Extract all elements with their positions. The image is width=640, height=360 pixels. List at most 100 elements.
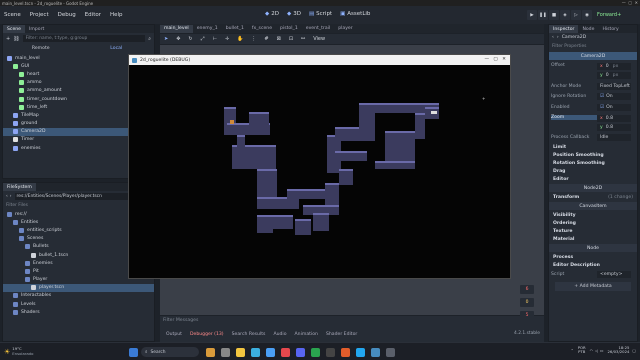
scene-filter-input[interactable]: Filter: name, t:type, g:group [22,35,146,42]
group-transform[interactable]: Transform (1 change) [549,193,637,201]
tab-main-level[interactable]: main_level [160,24,193,33]
remote-tab[interactable]: Remote [3,46,79,51]
notification-icon[interactable]: ▢ [632,348,636,353]
menu-scene[interactable]: Scene [4,12,21,18]
app-icon-orange[interactable] [341,347,350,357]
warning-count[interactable]: 0 [520,298,534,307]
link-icon[interactable]: ⛓ [13,36,19,42]
battery-icon[interactable]: ▭ [600,348,604,353]
movie-icon[interactable]: ◉ [582,10,592,20]
tab-debugger[interactable]: Debugger (13) [186,330,228,338]
game-debug-window[interactable]: 2d_roguelite (DEBUG) — ▢ ✕ [128,54,511,279]
group-ordering[interactable]: Ordering [549,219,637,227]
menu-help[interactable]: Help [110,12,123,18]
play-scene-icon[interactable]: ▷ [571,10,581,20]
prop-process-callback[interactable]: Process Callback Idle [549,133,637,144]
local-tab[interactable]: Local [79,46,155,51]
tab-scene[interactable]: Scene [3,25,26,33]
app-icon-taskview[interactable] [221,347,230,357]
tab-event-trail[interactable]: event_trail [302,25,334,33]
workspace-assetlib-button[interactable]: ▣ AssetLib [340,11,370,17]
renderer-select[interactable]: Forward+ [597,12,621,18]
group-material[interactable]: Material [549,235,637,243]
group-editor-description[interactable]: Editor Description [549,261,637,269]
tab-bullet[interactable]: bullet_1 [222,25,248,33]
file-item[interactable]: Interactables [3,292,154,300]
grid-icon[interactable]: # [264,36,268,42]
bone-icon[interactable]: ⚯ [301,36,305,42]
spotify-icon[interactable] [311,347,320,357]
window-controls[interactable]: — ▢ ✕ [622,0,638,5]
prop-script[interactable]: Script <empty> [549,269,637,280]
tab-inspector[interactable]: Inspector [549,25,579,33]
tab-pistol[interactable]: pistol_1 [276,25,302,33]
move-tool-icon[interactable]: ✥ [176,36,180,42]
prop-enabled[interactable]: Enabled ☑ On [549,102,637,113]
menu-editor[interactable]: Editor [85,12,101,18]
tab-import[interactable]: Import [25,25,48,33]
file-explorer-icon[interactable] [236,347,245,357]
search-icon[interactable]: ⌕ [148,36,151,42]
add-metadata-button[interactable]: + Add Metadata [555,281,631,291]
volume-icon[interactable]: ◁ [595,348,598,353]
tab-shader-editor[interactable]: Shader Editor [322,330,361,338]
prop-ignore-rotation[interactable]: Ignore Rotation ☑ On [549,92,637,103]
tray-chevron-icon[interactable]: ⌃ [571,348,574,353]
pause-icon[interactable]: ❚❚ [538,10,548,20]
group-position-smoothing[interactable]: Position Smoothing [549,151,637,159]
file-item-selected[interactable]: player.tscn [3,283,154,292]
prop-zoom[interactable]: Zoom x 0.8 y 0.8 [549,113,637,133]
scale-tool-icon[interactable]: ⤢ [201,36,205,42]
history-back-icon[interactable]: ‹ [552,35,554,40]
tab-node[interactable]: Node [578,25,598,33]
tab-search-results[interactable]: Search Results [228,330,270,338]
play-icon[interactable]: ▶ [527,10,537,20]
forward-icon[interactable]: › [10,194,12,199]
tab-output[interactable]: Output [162,330,186,338]
file-item[interactable]: Levels [3,300,154,308]
group-icon[interactable]: ⊡ [289,36,293,42]
error-count[interactable]: 6 [520,285,534,294]
debug-window-controls[interactable]: — ▢ ✕ [484,57,506,62]
workspace-script-button[interactable]: ▤ Script [309,11,332,17]
group-editor[interactable]: Editor [549,175,637,183]
keyboard-label[interactable]: PTB [578,349,586,354]
group-process[interactable]: Process [549,253,637,261]
app-icon-dark[interactable] [326,347,335,357]
weather-widget[interactable]: ☀ 19°C Ensolarado [0,346,60,356]
discord-icon[interactable] [296,347,305,357]
group-limit[interactable]: Limit [549,143,637,151]
group-drag[interactable]: Drag [549,167,637,175]
prop-offset[interactable]: Offset x 0 px y 0 px [549,61,637,81]
tab-animation[interactable]: Animation [291,330,322,338]
menu-debug[interactable]: Debug [58,12,76,18]
select-tool-icon[interactable]: ➤ [164,36,168,42]
vscode-icon[interactable] [356,347,365,357]
app-icon-gray[interactable] [386,347,395,357]
tab-audio[interactable]: Audio [269,330,290,338]
prop-anchor-mode[interactable]: Anchor Mode Fixed TopLeft [549,81,637,92]
tab-fx-scene[interactable]: fx_scene [248,25,276,33]
tab-filesystem[interactable]: FileSystem [3,183,36,191]
message-filter-input[interactable]: Filter Messages [160,316,544,325]
tab-enemy[interactable]: enemy_1 [193,25,222,33]
tab-player[interactable]: player [334,25,356,33]
app-icon-red[interactable] [281,347,290,357]
clock-date[interactable]: 26/03/2024 [608,349,630,354]
godot-icon[interactable] [371,347,380,357]
store-icon[interactable] [266,347,275,357]
pivot-tool-icon[interactable]: ✛ [225,36,229,42]
remote-debug-icon[interactable]: ◈ [560,10,570,20]
workspace-3d-button[interactable]: ◆ 3D [287,11,301,17]
group-texture[interactable]: Texture [549,227,637,235]
view-menu[interactable]: View [313,36,325,42]
wifi-icon[interactable]: ◠ [590,348,593,353]
group-rotation-smoothing[interactable]: Rotation Smoothing [549,159,637,167]
add-node-icon[interactable]: + [6,36,10,42]
group-visibility[interactable]: Visibility [549,211,637,219]
rotate-tool-icon[interactable]: ↻ [188,36,192,42]
game-view[interactable] [129,65,510,278]
taskbar-search[interactable]: ⌕ Search [141,347,199,357]
tab-history[interactable]: History [598,25,622,33]
stop-icon[interactable]: ■ [549,10,559,20]
